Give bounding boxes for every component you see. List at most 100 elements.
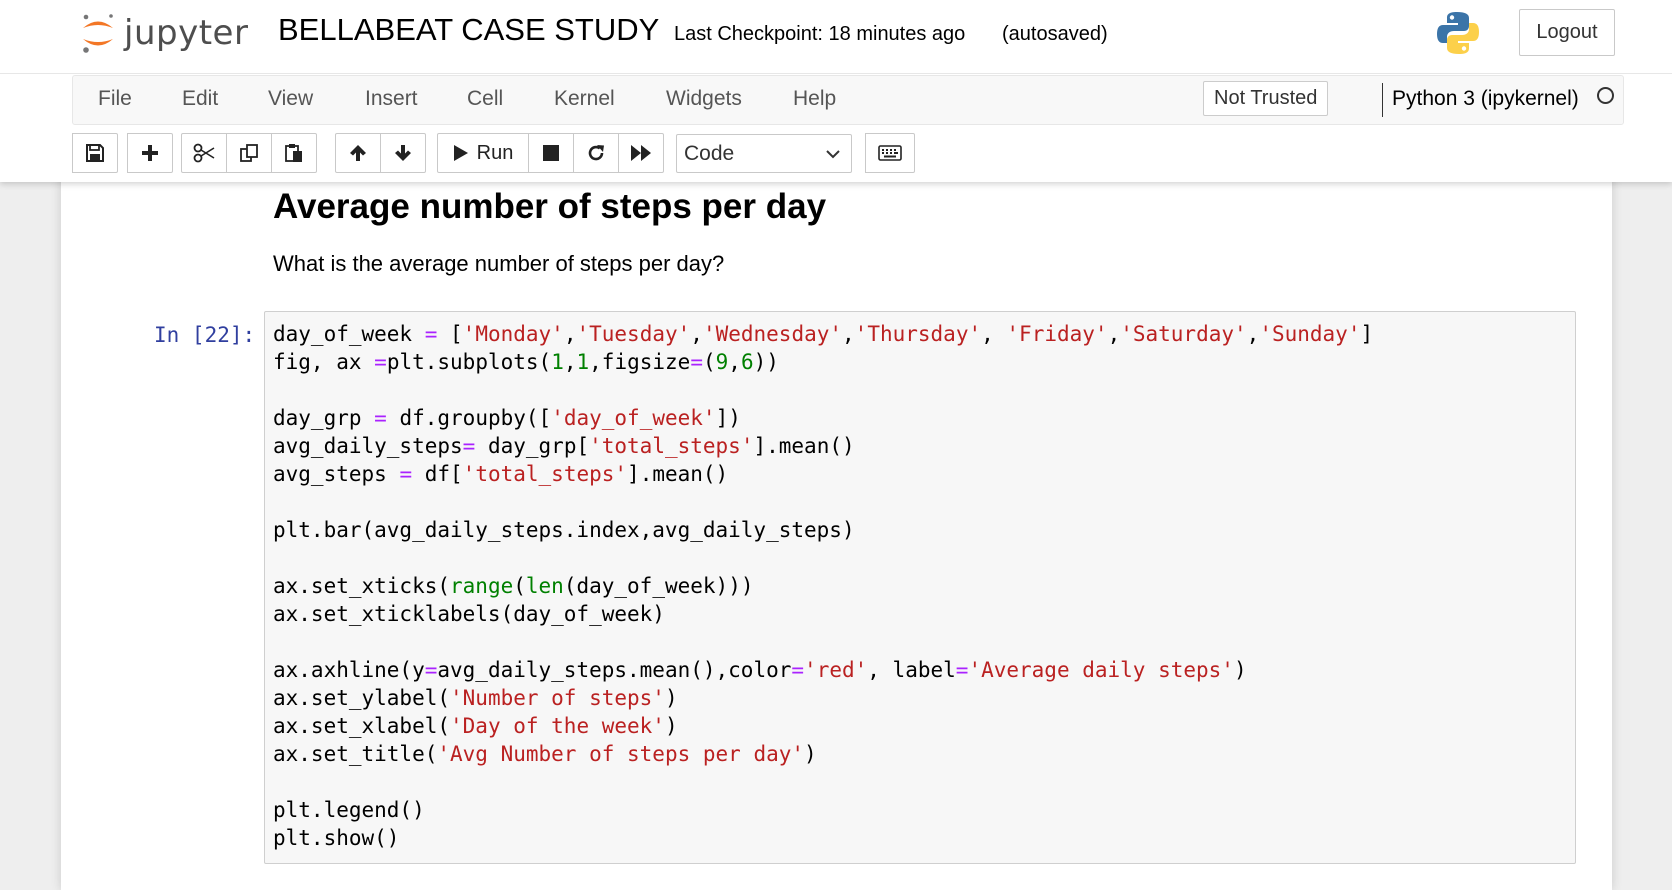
code-text: ( bbox=[702, 350, 716, 374]
code-line: avg_daily_steps= day_grp['total_steps'].… bbox=[273, 432, 1373, 460]
insert-cell-below-button[interactable] bbox=[127, 133, 173, 173]
logout-button[interactable]: Logout bbox=[1519, 9, 1615, 56]
string-literal: 'Avg Number of steps per day' bbox=[437, 742, 805, 766]
operator: = bbox=[955, 658, 969, 682]
code-text: ax.set_ylabel( bbox=[273, 686, 451, 710]
save-button[interactable] bbox=[72, 133, 118, 173]
code-text: ]) bbox=[715, 406, 741, 430]
command-palette-button[interactable] bbox=[865, 133, 915, 173]
string-literal: 'Saturday' bbox=[1120, 322, 1247, 346]
code-text: , bbox=[728, 350, 741, 374]
toolbar-run-group: Run bbox=[437, 133, 664, 173]
markdown-text: What is the average number of steps per … bbox=[273, 251, 725, 276]
code-line: ax.set_xticklabels(day_of_week) bbox=[273, 600, 1373, 628]
paste-icon bbox=[285, 144, 302, 162]
code-line: avg_steps = df['total_steps'].mean() bbox=[273, 460, 1373, 488]
menu-edit[interactable]: Edit bbox=[182, 86, 218, 112]
interrupt-button[interactable] bbox=[528, 133, 574, 173]
menu-file[interactable]: File bbox=[98, 86, 132, 112]
code-text: ax.set_xlabel( bbox=[273, 714, 451, 738]
menu-cell[interactable]: Cell bbox=[467, 86, 503, 112]
toolbar-edit-group bbox=[181, 133, 317, 173]
code-text: ) bbox=[1233, 658, 1247, 682]
code-text: ax.set_title( bbox=[273, 742, 438, 766]
code-text: , bbox=[981, 322, 1007, 346]
string-literal: 'Number of steps' bbox=[450, 686, 665, 710]
cell-type-select[interactable]: Code bbox=[676, 134, 852, 173]
jupyter-logo-icon bbox=[83, 14, 113, 53]
number-literal: 1 bbox=[551, 350, 564, 374]
string-literal: 'Monday' bbox=[462, 322, 564, 346]
move-up-button[interactable] bbox=[335, 133, 381, 173]
code-line: ax.set_ylabel('Number of steps') bbox=[273, 684, 1373, 712]
code-text: plt.legend() bbox=[273, 798, 425, 822]
copy-icon bbox=[240, 144, 258, 162]
arrow-up-icon bbox=[350, 145, 366, 161]
code-text: avg_daily_steps bbox=[273, 434, 463, 458]
save-icon bbox=[86, 144, 104, 162]
restart-button[interactable] bbox=[573, 133, 619, 173]
code-text: , label bbox=[867, 658, 956, 682]
restart-run-all-button[interactable] bbox=[618, 133, 664, 173]
paste-button[interactable] bbox=[271, 133, 317, 173]
operator: = bbox=[424, 658, 438, 682]
code-line: ax.axhline(y=avg_daily_steps.mean(),colo… bbox=[273, 656, 1373, 684]
not-trusted-button[interactable]: Not Trusted bbox=[1203, 81, 1329, 116]
string-literal: 'total_steps' bbox=[589, 434, 754, 458]
string-literal: 'Sunday' bbox=[1259, 322, 1361, 346]
move-down-button[interactable] bbox=[380, 133, 426, 173]
kernel-name[interactable]: Python 3 (ipykernel) bbox=[1392, 86, 1579, 112]
code-line: ax.set_title('Avg Number of steps per da… bbox=[273, 740, 1373, 768]
copy-button[interactable] bbox=[226, 133, 272, 173]
menu-view[interactable]: View bbox=[268, 86, 313, 112]
code-text: ) bbox=[664, 686, 678, 710]
run-button[interactable]: Run bbox=[437, 133, 529, 173]
string-literal: 'total_steps' bbox=[462, 462, 628, 486]
code-text: ].mean() bbox=[753, 434, 855, 458]
string-literal: 'Friday' bbox=[1006, 322, 1108, 346]
code-text: ax.axhline(y bbox=[273, 658, 425, 682]
code-text: , bbox=[563, 350, 577, 374]
menu-help[interactable]: Help bbox=[793, 86, 836, 112]
menu-widgets[interactable]: Widgets bbox=[666, 86, 742, 112]
code-cell-editor[interactable]: day_of_week = ['Monday','Tuesday','Wedne… bbox=[264, 311, 1576, 864]
number-literal: 1 bbox=[576, 350, 590, 374]
string-literal: 'red' bbox=[804, 658, 868, 682]
operator: = bbox=[374, 350, 387, 374]
code-line: day_of_week = ['Monday','Tuesday','Wedne… bbox=[273, 320, 1373, 348]
code-text: ] bbox=[1360, 322, 1374, 346]
menu-kernel[interactable]: Kernel bbox=[554, 86, 615, 112]
toolbar-insert-group bbox=[127, 133, 173, 173]
code-text: avg_daily_steps.mean(),color bbox=[437, 658, 792, 682]
code-text: , bbox=[842, 322, 855, 346]
autosave-status: (autosaved) bbox=[1002, 23, 1108, 45]
code-line: plt.bar(avg_daily_steps.index,avg_daily_… bbox=[273, 516, 1373, 544]
string-literal: 'Average daily steps' bbox=[968, 658, 1234, 682]
plus-icon bbox=[142, 145, 158, 161]
notebook-title[interactable]: BELLABEAT CASE STUDY bbox=[278, 10, 659, 50]
menu-insert[interactable]: Insert bbox=[365, 86, 418, 112]
play-icon bbox=[453, 145, 468, 161]
operator: = bbox=[374, 406, 387, 430]
operator: = bbox=[462, 434, 476, 458]
code-block: day_of_week = ['Monday','Tuesday','Wedne… bbox=[273, 320, 1373, 852]
code-text: ( bbox=[513, 574, 526, 598]
cut-icon bbox=[193, 143, 215, 163]
code-line: plt.show() bbox=[273, 824, 1373, 852]
number-literal: 6 bbox=[740, 350, 754, 374]
input-prompt: In [22]: bbox=[154, 323, 256, 347]
kernel-divider bbox=[1382, 83, 1383, 117]
keyboard-icon bbox=[878, 145, 902, 161]
run-label: Run bbox=[476, 141, 514, 164]
cut-button[interactable] bbox=[181, 133, 227, 173]
code-text: , bbox=[1107, 322, 1121, 346]
toolbar-save-group bbox=[72, 133, 118, 173]
string-literal: 'day_of_week' bbox=[551, 406, 716, 430]
code-text: ax.set_xticklabels(day_of_week) bbox=[273, 602, 665, 626]
jupyter-logo[interactable]: jupyter bbox=[80, 10, 248, 56]
toolbar-keyboard-group bbox=[865, 133, 915, 173]
